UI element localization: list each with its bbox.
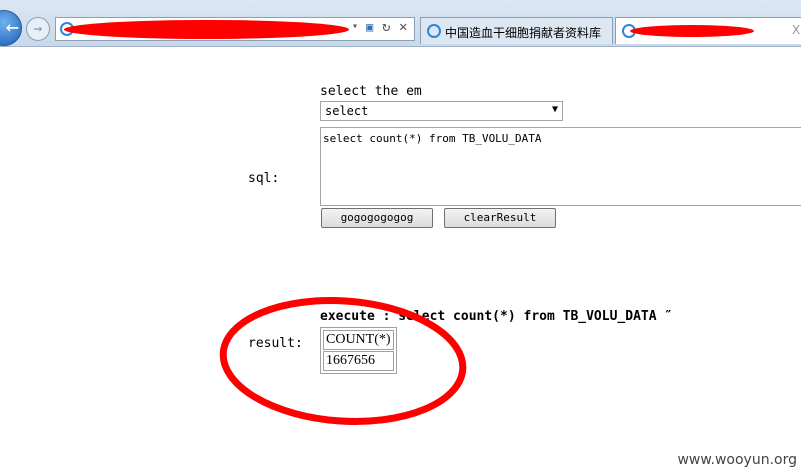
red-circle-annotation [219,297,467,425]
watermark: www.wooyun.org [677,452,797,468]
